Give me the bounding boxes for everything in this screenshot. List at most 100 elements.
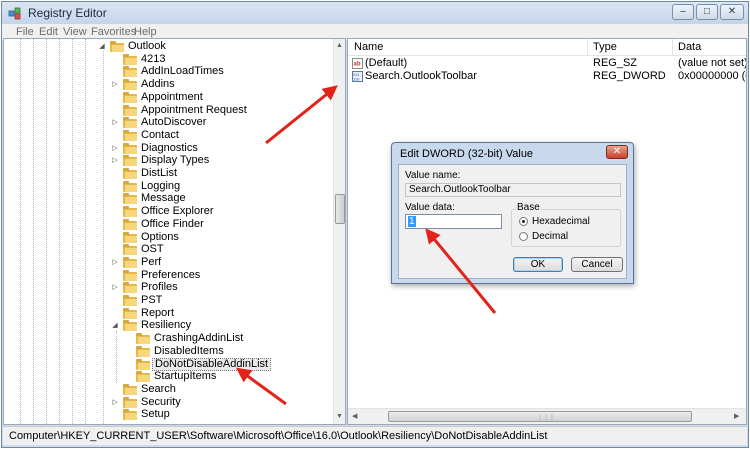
tree-node-label: AutoDiscover <box>141 116 207 129</box>
folder-icon <box>123 383 137 395</box>
scroll-right-icon[interactable]: ▶ <box>734 412 739 420</box>
tree-node-label: Appointment Request <box>141 103 247 116</box>
tree-node-label: CrashingAddinList <box>154 332 244 345</box>
menu-view[interactable]: View <box>63 26 87 38</box>
list-row-search-outlooktoolbar[interactable]: 011 110 Search.OutlookToolbar REG_DWORD … <box>348 70 746 83</box>
tree-node-label: Search <box>141 382 176 395</box>
tree-node-label: Report <box>141 306 175 319</box>
folder-icon <box>110 41 124 52</box>
list-scroll-thumb[interactable]: ⋮⋮⋮ <box>388 411 692 422</box>
close-button[interactable]: ✕ <box>720 4 744 20</box>
tree-scroll-thumb[interactable] <box>335 194 345 224</box>
title-bar[interactable]: Registry Editor – □ ✕ <box>2 2 748 24</box>
expand-arrow-icon[interactable]: ◢ <box>111 321 119 330</box>
scroll-up-icon[interactable]: ▲ <box>336 42 343 49</box>
menu-favorites[interactable]: Favorites <box>91 26 136 38</box>
tree-node-label: 4213 <box>141 52 166 65</box>
folder-icon <box>123 91 137 103</box>
scroll-down-icon[interactable]: ▼ <box>336 413 343 420</box>
hexadecimal-radio[interactable] <box>519 217 528 226</box>
menu-file[interactable]: File <box>16 26 34 38</box>
decimal-radio[interactable] <box>519 232 528 241</box>
decimal-label[interactable]: Decimal <box>532 231 568 242</box>
folder-icon <box>123 269 137 281</box>
column-separator <box>672 39 673 55</box>
dialog-title: Edit DWORD (32-bit) Value <box>400 148 534 160</box>
tree-node-label: Profiles <box>141 281 178 294</box>
tree-node-label: Appointment <box>141 90 203 103</box>
folder-icon <box>136 345 150 357</box>
hexadecimal-label[interactable]: Hexadecimal <box>532 216 590 227</box>
status-bar: Computer\HKEY_CURRENT_USER\Software\Micr… <box>3 426 747 445</box>
folder-icon <box>123 104 137 116</box>
menu-edit[interactable]: Edit <box>39 26 58 38</box>
scroll-grip-icon: ⋮⋮⋮ <box>537 415 555 421</box>
tree-node-label: OST <box>141 243 164 256</box>
folder-icon <box>123 142 137 154</box>
tree-node-label: Setup <box>141 408 170 421</box>
tree-vertical-scrollbar[interactable]: ▲ ▼ <box>333 39 345 424</box>
cancel-button[interactable]: Cancel <box>571 257 623 272</box>
column-name[interactable]: Name <box>354 41 383 53</box>
ok-button[interactable]: OK <box>513 257 563 272</box>
value-type: REG_SZ <box>593 57 638 69</box>
expand-arrow-icon[interactable]: ▷ <box>111 156 119 165</box>
expand-arrow-icon[interactable]: ▷ <box>111 144 119 153</box>
expand-arrow-icon[interactable]: ◢ <box>98 42 106 51</box>
tree-node-label: StartupItems <box>154 370 217 383</box>
tree-node-label: PST <box>141 294 163 306</box>
dword-value-icon: 011 110 <box>352 71 363 82</box>
folder-icon <box>136 371 150 383</box>
maximize-button[interactable]: □ <box>696 4 718 20</box>
value-data-input[interactable]: 1 <box>405 214 502 229</box>
column-data[interactable]: Data <box>678 41 701 53</box>
expand-arrow-icon[interactable]: ▷ <box>111 398 119 407</box>
tree-node-label: Resiliency <box>141 319 192 332</box>
registry-editor-icon <box>8 7 21 20</box>
dialog-body: Value name: Search.OutlookToolbar Value … <box>398 164 627 279</box>
folder-icon <box>123 231 137 243</box>
tree-node-label: Preferences <box>141 268 201 281</box>
column-type[interactable]: Type <box>593 41 617 53</box>
column-separator <box>587 39 588 55</box>
value-name-label: Value name: <box>405 170 461 181</box>
minimize-button[interactable]: – <box>672 4 694 20</box>
expand-arrow-icon[interactable]: ▷ <box>111 118 119 127</box>
folder-icon <box>123 117 137 129</box>
expand-arrow-icon[interactable]: ▷ <box>111 283 119 292</box>
edit-dword-dialog: Edit DWORD (32-bit) Value ✕ Value name: … <box>391 142 634 284</box>
menu-help[interactable]: Help <box>134 26 157 38</box>
value-data-text: 1 <box>408 216 416 227</box>
value-name-field: Search.OutlookToolbar <box>405 183 621 197</box>
tree-node-label: Office Finder <box>141 217 204 230</box>
expand-arrow-icon[interactable]: ▷ <box>111 80 119 89</box>
folder-icon <box>123 168 137 179</box>
folder-icon <box>123 256 137 268</box>
status-path: Computer\HKEY_CURRENT_USER\Software\Micr… <box>9 430 548 442</box>
tree-node-label: DisabledItems <box>154 344 224 357</box>
svg-text:110: 110 <box>353 77 360 82</box>
folder-icon <box>123 193 137 205</box>
tree-node-label: DistList <box>141 167 178 179</box>
tree-guide-line <box>33 39 34 424</box>
scroll-left-icon[interactable]: ◀ <box>352 412 357 420</box>
folder-icon <box>123 155 137 167</box>
value-type: REG_DWORD <box>593 70 666 82</box>
tree-node-label: Outlook <box>128 40 166 52</box>
registry-tree-pane[interactable]: ◢ Outlook 4213 AddInLoadTimes ▷ Addins Appoint… <box>3 38 346 425</box>
tree-guide-line <box>116 331 117 383</box>
list-horizontal-scrollbar[interactable]: ◀ ⋮⋮⋮ ▶ <box>348 408 746 424</box>
expand-arrow-icon[interactable]: ▷ <box>111 258 119 267</box>
dialog-close-button[interactable]: ✕ <box>606 145 628 159</box>
list-row-default[interactable]: ab (Default) REG_SZ (value not set) <box>348 57 746 70</box>
base-label: Base <box>516 202 541 213</box>
